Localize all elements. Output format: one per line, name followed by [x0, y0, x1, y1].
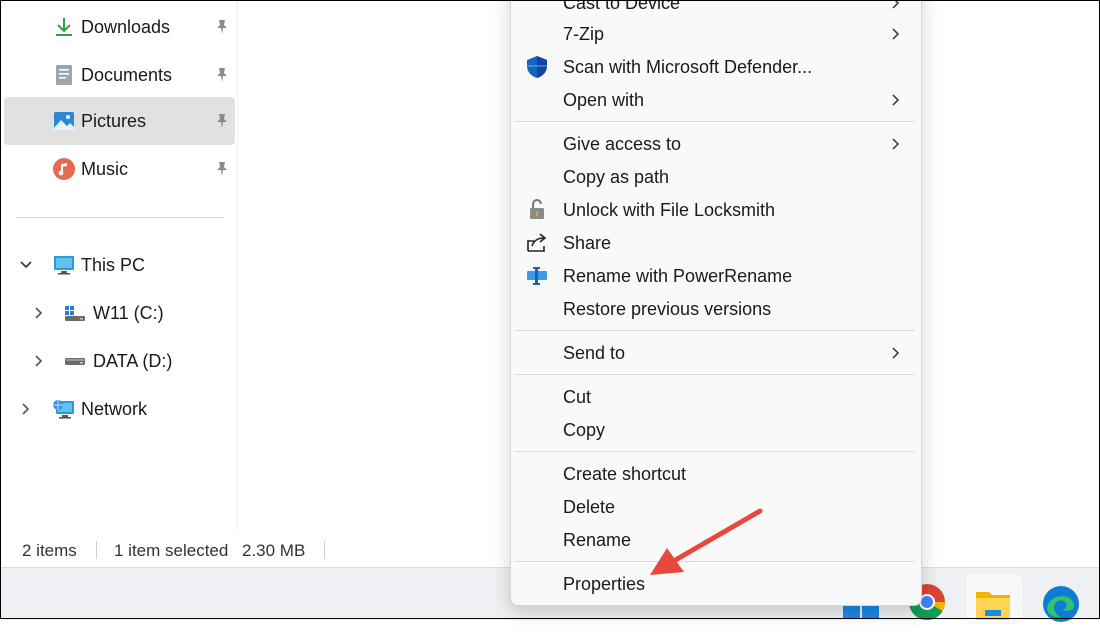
menu-separator	[515, 121, 915, 122]
status-separator	[96, 541, 97, 559]
monitor-icon	[54, 256, 74, 275]
lock-icon	[530, 199, 544, 219]
sidebar-item-documents[interactable]: Documents	[4, 51, 235, 99]
tree-item-w11-c[interactable]: W11 (C:)	[4, 289, 235, 337]
documents-icon	[56, 65, 72, 85]
menu-item-cast-to-device[interactable]: Cast to Device	[511, 0, 921, 20]
chevron-right-icon[interactable]	[31, 305, 47, 321]
navigation-pane: Downloads Documents Pictures Music This …	[1, 1, 238, 531]
pictures-icon	[54, 112, 74, 130]
pin-icon[interactable]	[213, 66, 231, 84]
menu-item-open-with[interactable]: Open with	[511, 84, 921, 117]
menu-item-create-shortcut[interactable]: Create shortcut	[511, 458, 921, 491]
menu-item-label: Scan with Microsoft Defender...	[563, 57, 813, 77]
menu-item-delete[interactable]: Delete	[511, 491, 921, 524]
tree-item-label: Network	[81, 399, 148, 419]
chevron-right-icon[interactable]	[31, 353, 47, 369]
menu-item-label: Create shortcut	[563, 464, 687, 484]
tree-item-this-pc[interactable]: This PC	[4, 241, 235, 289]
pin-icon[interactable]	[213, 160, 231, 178]
status-selected: 1 item selected	[114, 541, 229, 560]
menu-item-label: Rename with PowerRename	[563, 266, 793, 286]
menu-item-cut[interactable]: Cut	[511, 381, 921, 414]
menu-item-label: Restore previous versions	[563, 299, 772, 319]
menu-item-label: Delete	[563, 497, 616, 517]
chevron-down-icon[interactable]	[18, 257, 34, 273]
menu-item-label: Cast to Device	[563, 0, 681, 13]
status-separator	[324, 541, 325, 559]
sidebar-divider	[16, 217, 224, 218]
menu-item-rename[interactable]: Rename	[511, 524, 921, 557]
status-size: 2.30 MB	[242, 541, 306, 560]
chevron-right-icon	[892, 28, 900, 40]
chevron-right-icon	[892, 347, 900, 359]
tree-item-network[interactable]: Network	[4, 385, 235, 433]
sidebar-item-label: Documents	[81, 65, 173, 85]
menu-item-copy[interactable]: Copy	[511, 414, 921, 447]
sidebar-item-label: Music	[81, 159, 129, 179]
menu-item-send-to[interactable]: Send to	[511, 337, 921, 370]
tree-item-label: This PC	[81, 255, 146, 275]
menu-item-restore-previous[interactable]: Restore previous versions	[511, 293, 921, 326]
share-icon	[527, 233, 547, 252]
menu-item-give-access[interactable]: Give access to	[511, 128, 921, 161]
chevron-right-icon	[892, 0, 900, 9]
menu-separator	[515, 561, 915, 562]
chevron-right-icon[interactable]	[18, 401, 34, 417]
menu-item-label: Open with	[563, 90, 645, 110]
menu-item-label: 7-Zip	[563, 24, 605, 44]
network-icon	[53, 400, 74, 419]
context-menu: Cast to Device 7-Zip Scan with Microsoft…	[510, 0, 922, 606]
download-icon	[56, 18, 72, 36]
status-items-count: 2 items	[22, 541, 77, 560]
menu-item-properties[interactable]: Properties	[511, 568, 921, 601]
menu-separator	[515, 374, 915, 375]
menu-item-scan-defender[interactable]: Scan with Microsoft Defender...	[511, 51, 921, 84]
menu-separator	[515, 330, 915, 331]
sidebar-item-label: Downloads	[81, 17, 171, 37]
menu-item-label: Rename	[563, 530, 632, 550]
menu-item-label: Cut	[563, 387, 592, 407]
drive-icon	[65, 358, 85, 365]
menu-item-powerrename[interactable]: Rename with PowerRename	[511, 260, 921, 293]
pin-icon[interactable]	[213, 112, 231, 130]
menu-item-label: Copy as path	[563, 167, 670, 187]
defender-shield-icon	[527, 56, 547, 78]
sidebar-item-downloads[interactable]: Downloads	[4, 3, 235, 51]
powerrename-icon	[527, 267, 547, 285]
edge-icon[interactable]	[1041, 584, 1081, 624]
menu-separator	[515, 451, 915, 452]
menu-item-share[interactable]: Share	[511, 227, 921, 260]
menu-item-label: Share	[563, 233, 612, 253]
windows-start-icon[interactable]	[841, 600, 881, 640]
menu-item-7zip[interactable]: 7-Zip	[511, 18, 921, 51]
sidebar-item-label: Pictures	[81, 111, 147, 131]
menu-item-label: Give access to	[563, 134, 682, 154]
menu-item-label: Send to	[563, 343, 626, 363]
menu-item-label: Copy	[563, 420, 606, 440]
pin-icon[interactable]	[213, 18, 231, 36]
file-explorer-icon[interactable]	[973, 584, 1013, 624]
menu-item-label: Unlock with File Locksmith	[563, 200, 776, 220]
sidebar-item-pictures[interactable]: Pictures	[4, 97, 235, 145]
menu-item-copy-as-path[interactable]: Copy as path	[511, 161, 921, 194]
menu-item-label: Properties	[563, 574, 646, 594]
tree-item-label: DATA (D:)	[93, 351, 173, 371]
chevron-right-icon	[892, 138, 900, 150]
chevron-right-icon	[892, 94, 900, 106]
tree-item-label: W11 (C:)	[93, 303, 164, 323]
music-icon	[53, 158, 75, 180]
tree-item-data-d[interactable]: DATA (D:)	[4, 337, 235, 385]
menu-item-file-locksmith[interactable]: Unlock with File Locksmith	[511, 194, 921, 227]
windows-drive-icon	[65, 306, 85, 321]
sidebar-item-music[interactable]: Music	[4, 145, 235, 193]
